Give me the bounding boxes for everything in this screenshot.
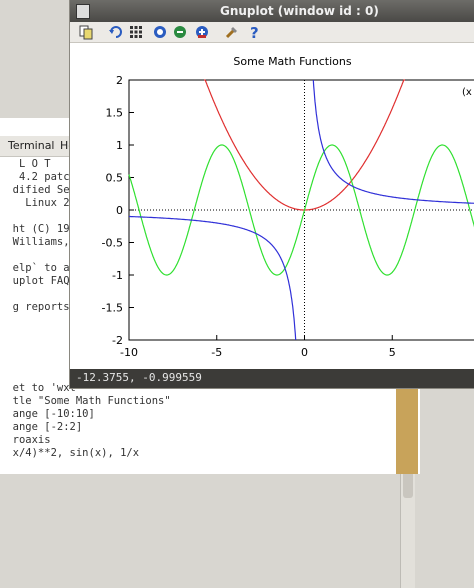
legend-entry: (x	[462, 87, 472, 98]
series-quadratic	[204, 79, 405, 211]
y-tick-label: -1	[112, 269, 123, 282]
y-tick-label: 1	[116, 139, 123, 152]
x-tick-label: -5	[211, 346, 222, 359]
terminal-line: ange [-10:10]	[0, 408, 95, 420]
toolbar: ?	[70, 22, 474, 43]
series-reciprocal	[129, 215, 297, 341]
math-functions-chart: Some Math Functions-2-1.5-1-0.500.511.52…	[102, 55, 474, 359]
autoscale-icon[interactable]	[152, 24, 168, 40]
svg-text:?: ?	[250, 24, 259, 40]
y-tick-label: 2	[116, 74, 123, 87]
config-icon[interactable]	[224, 24, 240, 40]
copy-icon[interactable]	[78, 24, 94, 40]
grid-icon[interactable]	[128, 24, 144, 40]
replot-icon[interactable]	[108, 24, 124, 40]
y-tick-label: -1.5	[102, 302, 123, 315]
y-tick-label: 0	[116, 204, 123, 217]
zoom-next-icon[interactable]	[194, 24, 210, 40]
terminal-line: L O T	[0, 158, 51, 170]
x-tick-label: -10	[120, 346, 138, 359]
window-title: Gnuplot (window id : 0)	[220, 4, 379, 18]
terminal-line: x/4)**2, sin(x), 1/x	[0, 447, 140, 459]
status-bar: -12.3755, -0.999559	[70, 369, 474, 388]
terminal-line: tle "Some Math Functions"	[0, 395, 171, 407]
series-reciprocal	[312, 79, 474, 204]
chart-title: Some Math Functions	[233, 55, 351, 68]
x-tick-label: 5	[389, 346, 396, 359]
y-tick-label: -0.5	[102, 237, 123, 250]
plot-canvas[interactable]: Some Math Functions -2 -1.5 -1 -0.5 0 0.5 1 1.5 2…	[70, 43, 474, 369]
menu-terminal[interactable]: Terminal	[8, 139, 55, 152]
zoom-previous-icon[interactable]	[172, 24, 188, 40]
x-tick-label: 0	[301, 346, 308, 359]
help-icon[interactable]: ?	[246, 24, 262, 40]
terminal-line: roaxis	[0, 434, 51, 446]
app-icon	[76, 4, 90, 19]
window-frame-edge	[396, 388, 418, 474]
cursor-coordinates: -12.3755, -0.999559	[76, 371, 202, 384]
title-bar[interactable]: Gnuplot (window id : 0)	[70, 0, 474, 22]
y-tick-label: 0.5	[106, 172, 124, 185]
gnuplot-window: Gnuplot (window id : 0) ? Some Math Func…	[70, 0, 474, 388]
y-tick-label: 1.5	[106, 107, 124, 120]
terminal-line: ange [-2:2]	[0, 421, 83, 433]
